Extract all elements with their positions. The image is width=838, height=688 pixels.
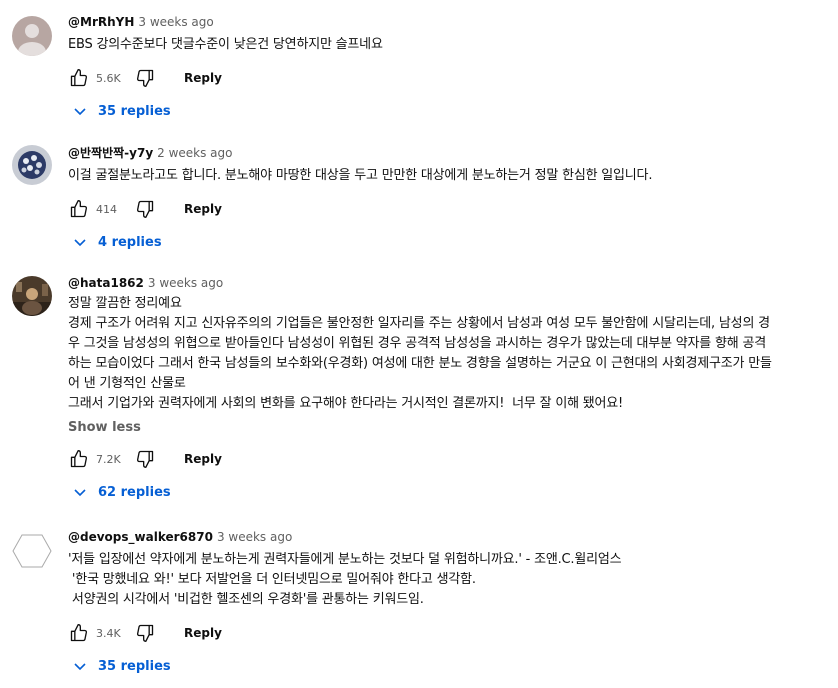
comment-actions: 7.2K Reply [68,444,832,474]
comment-line: 서양권의 시각에서 '비겁한 헬조센의 우경화'를 관통하는 키워드임. [68,592,424,607]
avatar[interactable] [12,16,52,56]
comment-line: 하는 모습이었다 그래서 한국 남성들의 보수화와(우경화) 여성에 대한 분노… [68,356,772,371]
timestamp[interactable]: 3 weeks ago [148,276,223,290]
comment-text: '저들 입장에선 약자에게 분노하는게 권력자들에게 분노하는 것보다 덜 위험… [68,550,832,610]
view-replies-button[interactable]: 35 replies [68,101,832,121]
replies-count: 35 replies [98,658,171,674]
comment-line: 이걸 굴절분노라고도 합니다. 분노해야 마땅한 대상을 두고 만만한 대상에게… [68,168,653,183]
comment-line: '한국 망했네요 와!' 보다 저발언을 더 인터넷밈으로 밀어줘야 한다고 생… [68,572,476,587]
comment-line: 그래서 기업가와 권력자에게 사회의 변화를 요구해야 한다라는 거시적인 결론… [68,396,624,411]
dislike-icon[interactable] [134,622,156,644]
replies-count: 4 replies [98,234,162,250]
view-replies-button[interactable]: 4 replies [68,232,832,252]
comment-text: 정말 깔끔한 정리예요 경제 구조가 어려워 지고 신자유주의의 기업들은 불안… [68,294,832,414]
comment-actions: 3.4K Reply [68,618,832,648]
reply-button[interactable]: Reply [184,626,222,640]
dislike-icon[interactable] [134,67,156,89]
like-count: 5.6K [96,71,121,85]
dislike-icon[interactable] [134,198,156,220]
show-less-button[interactable]: Show less [68,418,832,438]
comment-text: 이걸 굴절분노라고도 합니다. 분노해야 마땅한 대상을 두고 만만한 대상에게… [68,166,832,186]
like-count: 3.4K [96,626,121,640]
avatar[interactable] [12,145,52,185]
view-replies-button[interactable]: 35 replies [68,656,832,676]
timestamp[interactable]: 3 weeks ago [217,530,292,544]
comment-header: @devops_walker6870 3 weeks ago [68,529,832,545]
reply-button[interactable]: Reply [184,71,222,85]
view-replies-button[interactable]: 62 replies [68,482,832,502]
comment-line: '저들 입장에선 약자에게 분노하는게 권력자들에게 분노하는 것보다 덜 위험… [68,552,622,567]
comment-header: @반짝반짝-y7y 2 weeks ago [68,145,832,161]
like-icon[interactable] [68,448,90,470]
comment-line: 어 낸 기형적인 산물로 [68,376,186,391]
timestamp[interactable]: 2 weeks ago [157,146,232,160]
comment-actions: 5.6K Reply [68,63,832,93]
chevron-down-icon [72,234,88,250]
comment-line: 우 그것을 남성성의 위협으로 받아들인다 남성성이 위협된 경우 공격적 남성… [68,336,766,351]
like-icon[interactable] [68,67,90,89]
chevron-down-icon [72,484,88,500]
reply-button[interactable]: Reply [184,202,222,216]
comment-text: EBS 강의수준보다 댓글수준이 낮은건 당연하지만 슬프네요 [68,35,832,55]
author-name[interactable]: @devops_walker6870 [68,530,213,544]
comment-line: 정말 깔끔한 정리예요 [68,296,182,311]
comment-header: @hata1862 3 weeks ago [68,275,832,291]
author-name[interactable]: @반짝반짝-y7y [68,146,153,160]
like-icon[interactable] [68,198,90,220]
reply-button[interactable]: Reply [184,452,222,466]
author-name[interactable]: @MrRhYH [68,15,134,29]
comment-line: 경제 구조가 어려워 지고 신자유주의의 기업들은 불안정한 일자리를 주는 상… [68,316,770,331]
replies-count: 62 replies [98,484,171,500]
like-count: 414 [96,202,117,216]
like-icon[interactable] [68,622,90,644]
replies-count: 35 replies [98,103,171,119]
dislike-icon[interactable] [134,448,156,470]
chevron-down-icon [72,103,88,119]
comment-header: @MrRhYH 3 weeks ago [68,14,832,30]
like-count: 7.2K [96,452,121,466]
avatar[interactable] [12,531,52,571]
chevron-down-icon [72,658,88,674]
comment-line: EBS 강의수준보다 댓글수준이 낮은건 당연하지만 슬프네요 [68,37,383,52]
comment-actions: 414 Reply [68,194,832,224]
timestamp[interactable]: 3 weeks ago [138,15,213,29]
avatar[interactable] [12,276,52,316]
author-name[interactable]: @hata1862 [68,276,144,290]
